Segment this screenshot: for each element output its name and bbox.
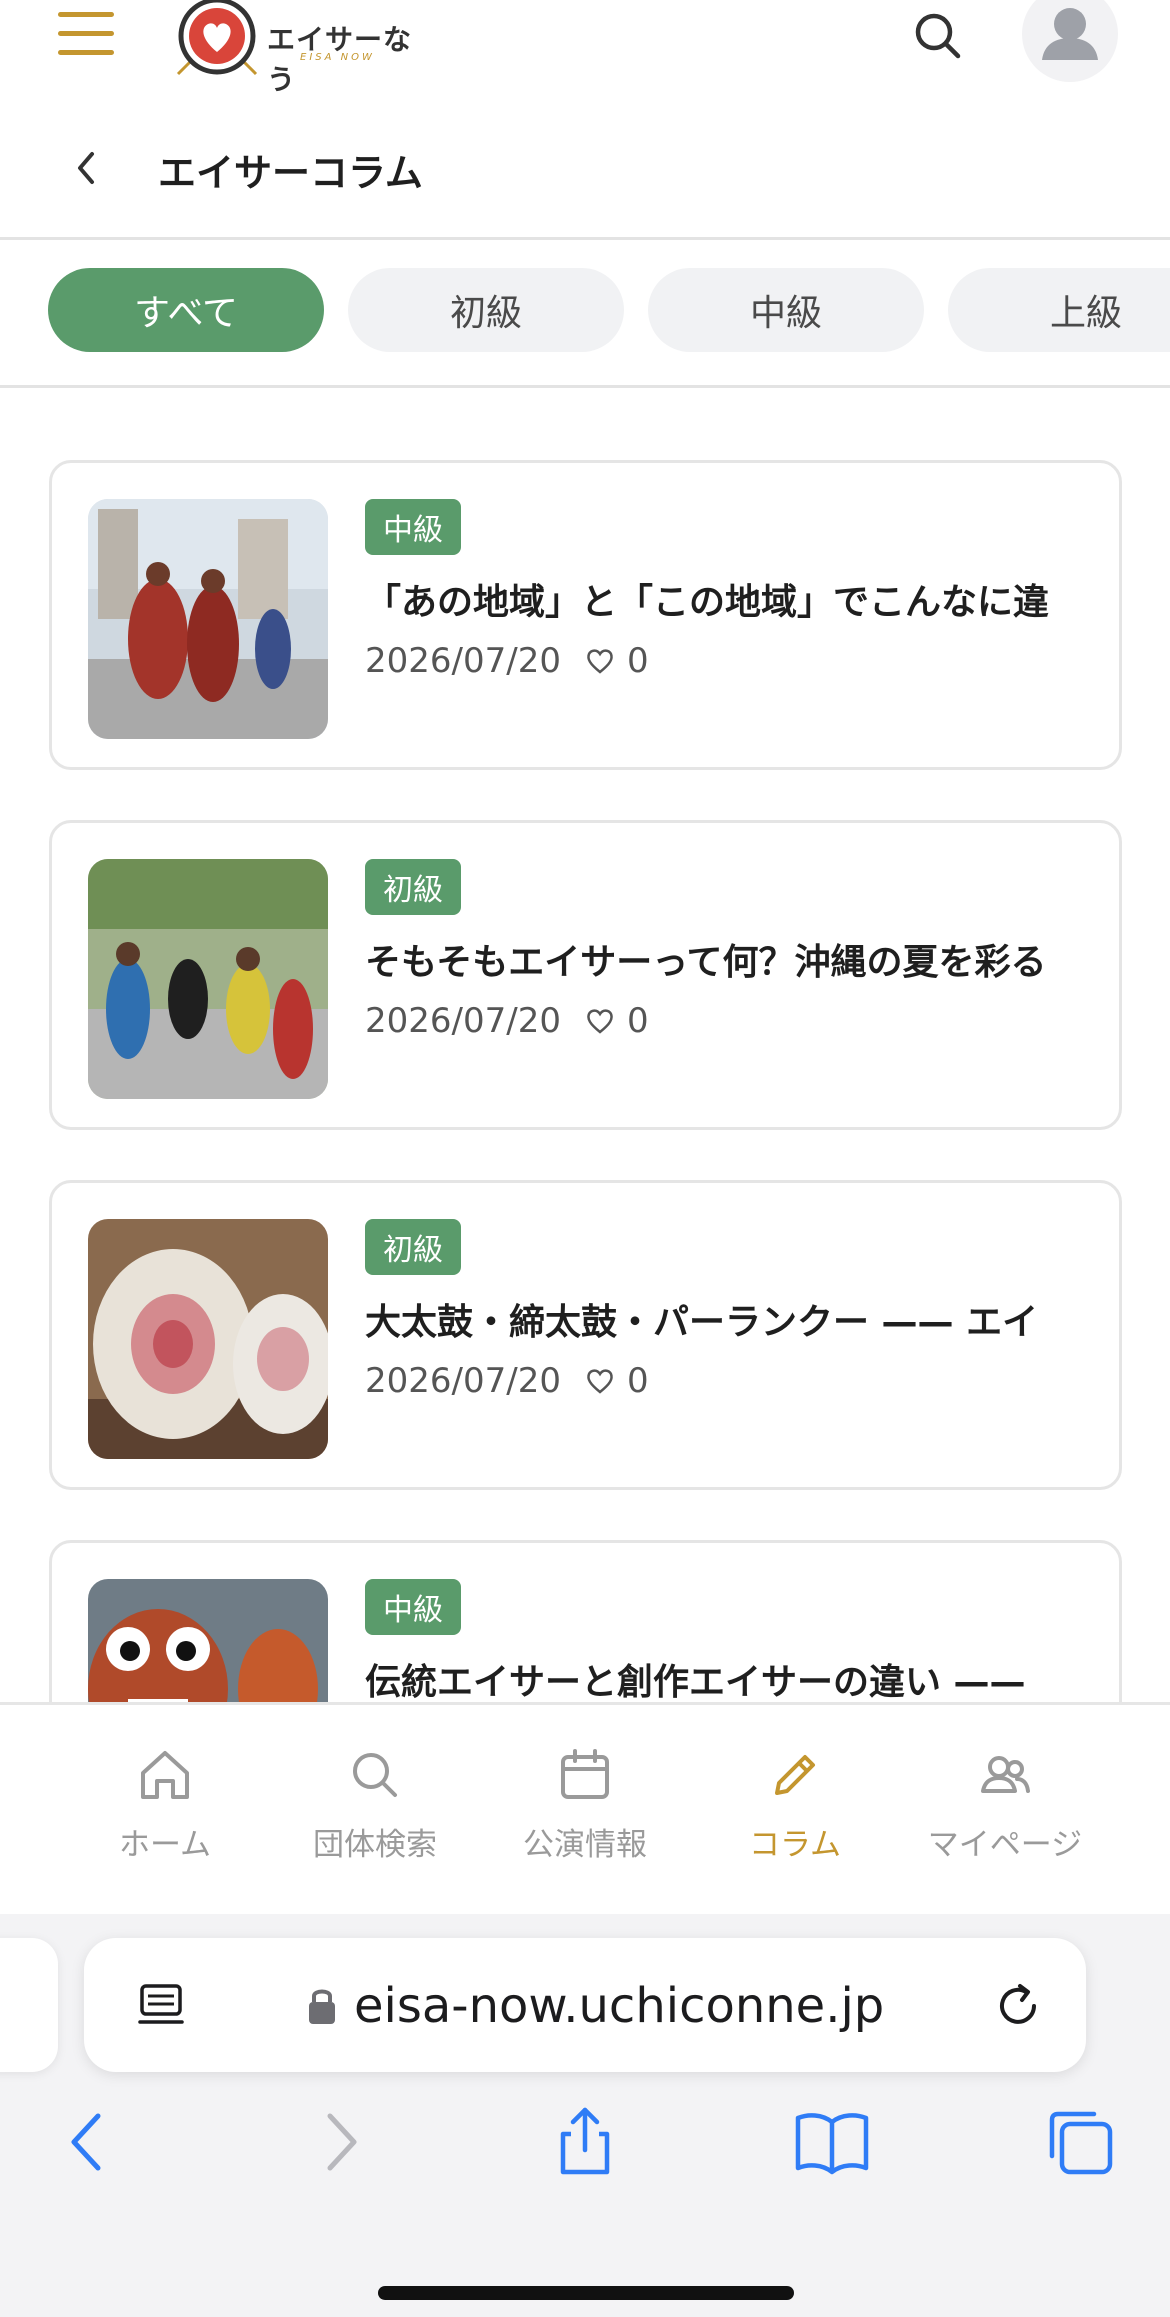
heart-icon[interactable] [585,646,615,676]
like-count: 0 [626,1001,649,1041]
heart-icon[interactable] [585,1006,615,1036]
article-thumbnail [88,499,328,739]
filter-chip-beginner[interactable]: 初級 [348,268,624,352]
article-meta: 2026/07/20 0 [365,1361,649,1401]
home-icon [141,1751,189,1799]
home-indicator [378,2286,794,2300]
browser-forward-icon[interactable] [300,2102,380,2182]
browser-back-icon[interactable] [48,2102,128,2182]
reader-mode-icon[interactable] [134,1978,188,2032]
search-icon[interactable] [912,10,964,62]
level-badge: 初級 [365,1219,461,1275]
article-date: 2026/07/20 [365,1001,561,1041]
calendar-icon [561,1749,609,1799]
hamburger-menu-icon[interactable] [58,12,114,58]
filter-chip-all[interactable]: すべて [48,268,324,352]
article-title: 「あの地域」と「この地域」でこんなに違 [365,582,1050,623]
bookmarks-icon[interactable] [792,2102,872,2182]
tab-label: ホーム [118,1827,212,1863]
article-title: そもそもエイサーって何？沖縄の夏を彩る [365,942,1047,983]
search-icon [353,1753,397,1797]
article-thumbnail [88,1219,328,1459]
logo-drum-heart-icon [176,0,258,76]
share-icon[interactable] [545,2102,625,2182]
page-title: エイサーコラム [158,151,423,195]
tab-label: マイページ [927,1827,1083,1863]
article-title: 伝統エイサーと創作エイサーの違い —— [365,1662,1026,1703]
tab-label: 団体検索 [313,1827,437,1863]
tab-label: 公演情報 [523,1827,647,1863]
browser-toolbar: eisa-now.uchiconne.jp [0,1914,1170,2317]
article-title: 大太鼓・締太鼓・パーランクー —— エイ [365,1302,1039,1343]
address-bar[interactable]: eisa-now.uchiconne.jp [84,1938,1086,2072]
article-card[interactable]: 中級 「あの地域」と「この地域」でこんなに違 2026/07/20 0 [49,460,1122,770]
level-badge: 中級 [365,1579,461,1635]
back-chevron-icon[interactable] [70,148,104,188]
like-count: 0 [626,1361,649,1401]
article-meta: 2026/07/20 0 [365,641,649,681]
users-icon [981,1756,1030,1793]
article-card[interactable]: 初級 そもそもエイサーって何？沖縄の夏を彩る 2026/07/20 0 [49,820,1122,1130]
article-meta: 2026/07/20 0 [365,1001,649,1041]
lock-icon [309,1989,335,2024]
level-filter-bar: すべて 初級 中級 上級 [0,243,1170,388]
article-thumbnail [88,859,328,1099]
bottom-tab-bar: ホーム 団体検索 公演情報 コラム マイページ [0,1702,1170,1914]
url-text: eisa-now.uchiconne.jp [354,1978,885,2034]
tab-column[interactable]: コラム [690,1745,900,1864]
app-header: エイサーなう EISA NOW エイサーコラム [0,0,1170,240]
logo-subtext: EISA NOW [300,52,375,63]
site-logo[interactable]: エイサーなう EISA NOW [172,0,422,96]
pencil-icon [775,1755,815,1795]
user-avatar-icon [1042,8,1098,60]
tab-home[interactable]: ホーム [60,1745,270,1864]
tab-performances[interactable]: 公演情報 [480,1745,690,1864]
level-badge: 中級 [365,499,461,555]
article-date: 2026/07/20 [365,1361,561,1401]
tab-label: コラム [748,1827,842,1863]
tab-mypage[interactable]: マイページ [900,1745,1110,1864]
like-count: 0 [626,641,649,681]
tab-group-search[interactable]: 団体検索 [270,1745,480,1864]
article-date: 2026/07/20 [365,641,561,681]
article-card[interactable]: 初級 大太鼓・締太鼓・パーランクー —— エイ 2026/07/20 0 [49,1180,1122,1490]
avatar[interactable] [1022,0,1118,82]
heart-icon[interactable] [585,1366,615,1396]
reload-icon[interactable] [990,1978,1046,2034]
tabs-icon[interactable] [1040,2102,1120,2182]
filter-chip-advanced[interactable]: 上級 [948,268,1170,352]
filter-chip-intermediate[interactable]: 中級 [648,268,924,352]
previous-tab-preview[interactable] [0,1938,58,2072]
level-badge: 初級 [365,859,461,915]
